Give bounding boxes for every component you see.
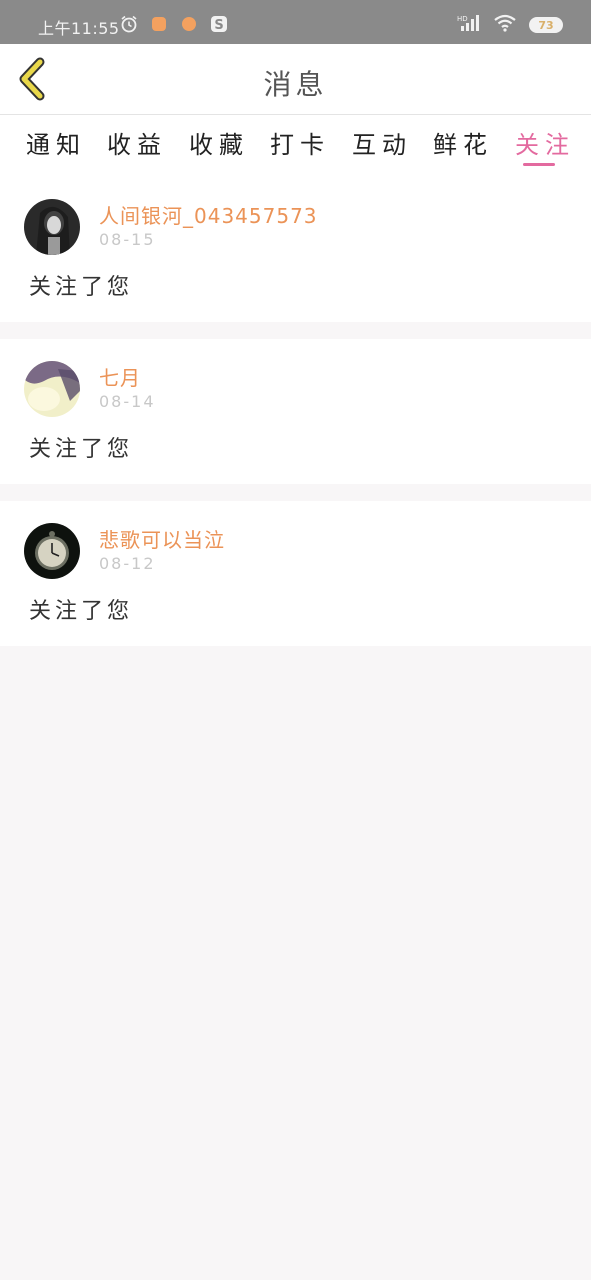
message-date: 08-14: [99, 392, 156, 411]
wifi-icon: [493, 14, 517, 36]
tab-checkin[interactable]: 打卡: [270, 125, 330, 160]
message-item[interactable]: 悲歌可以当泣 08-12 关注了您: [0, 501, 591, 646]
message-tabs: 通知 收益 收藏 打卡 互动 鲜花 关注: [0, 115, 591, 177]
message-text: 关注了您: [29, 437, 134, 462]
battery-icon: 73: [529, 17, 563, 33]
sogou-input-icon: S: [210, 15, 228, 33]
message-date: 08-12: [99, 554, 156, 573]
message-item[interactable]: 人间银河_043457573 08-15 关注了您: [0, 177, 591, 322]
tab-favorites[interactable]: 收藏: [189, 125, 249, 160]
avatar[interactable]: [24, 199, 80, 255]
tab-notifications[interactable]: 通知: [26, 125, 86, 160]
active-tab-indicator: [523, 163, 555, 166]
tab-flowers[interactable]: 鲜花: [433, 125, 493, 160]
tab-earnings[interactable]: 收益: [107, 125, 167, 160]
message-item[interactable]: 七月 08-14 关注了您: [0, 339, 591, 484]
username[interactable]: 悲歌可以当泣: [99, 524, 225, 553]
username[interactable]: 七月: [99, 362, 141, 391]
username[interactable]: 人间银河_043457573: [99, 200, 318, 229]
tab-follows[interactable]: 关注: [515, 125, 575, 160]
alarm-clock-icon: [120, 15, 138, 33]
status-right-icons: HD 73: [457, 14, 563, 36]
tab-interactions[interactable]: 互动: [352, 125, 412, 160]
avatar[interactable]: [24, 361, 80, 417]
signal-icon: HD: [457, 14, 481, 36]
message-text: 关注了您: [29, 599, 134, 624]
page-title: 消息: [263, 68, 328, 101]
message-text: 关注了您: [29, 275, 134, 300]
navigation-bar: 消息: [0, 44, 591, 115]
message-date: 08-15: [99, 230, 156, 249]
status-notification-icons: S: [120, 15, 228, 33]
svg-text:S: S: [214, 18, 223, 33]
status-time: 上午11:55: [38, 19, 120, 38]
status-bar: 上午11:55 S HD 73: [0, 0, 591, 44]
app-notification-icon-2: [180, 15, 198, 33]
app-notification-icon: [150, 15, 168, 33]
network-label: HD: [457, 15, 468, 23]
avatar[interactable]: [24, 523, 80, 579]
